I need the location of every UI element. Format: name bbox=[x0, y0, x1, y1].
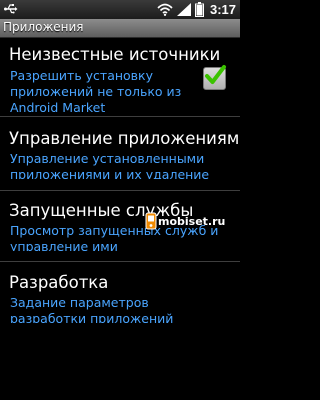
setting-development[interactable]: Разработка Задание параметров разработки… bbox=[0, 273, 240, 323]
setting-title: Неизвестные источники bbox=[9, 45, 221, 64]
wifi-icon bbox=[157, 3, 173, 16]
divider bbox=[0, 190, 240, 191]
checkmark-icon bbox=[205, 65, 226, 84]
divider bbox=[0, 116, 240, 117]
setting-title: Управление приложениями bbox=[9, 129, 240, 148]
status-bar: 3:17 bbox=[0, 0, 240, 19]
watermark-logo-icon bbox=[145, 212, 157, 230]
unknown-sources-checkbox[interactable] bbox=[203, 65, 226, 90]
divider bbox=[0, 261, 240, 262]
watermark: mobiset.ru bbox=[145, 212, 225, 230]
page-title: Приложения bbox=[3, 20, 84, 34]
setting-summary: Управление установленными приложениями и… bbox=[10, 151, 210, 179]
usb-icon bbox=[4, 4, 18, 14]
status-clock: 3:17 bbox=[209, 2, 236, 17]
title-bar: Приложения bbox=[0, 19, 240, 38]
setting-summary: Задание параметров разработки приложений bbox=[10, 295, 174, 323]
setting-summary: Разрешить установку приложений не только… bbox=[10, 68, 182, 112]
setting-title: Разработка bbox=[9, 273, 109, 292]
signal-icon bbox=[176, 3, 191, 16]
battery-icon bbox=[194, 2, 204, 17]
watermark-text: mobiset.ru bbox=[158, 214, 226, 228]
setting-manage-applications[interactable]: Управление приложениями Управление устан… bbox=[0, 129, 240, 179]
